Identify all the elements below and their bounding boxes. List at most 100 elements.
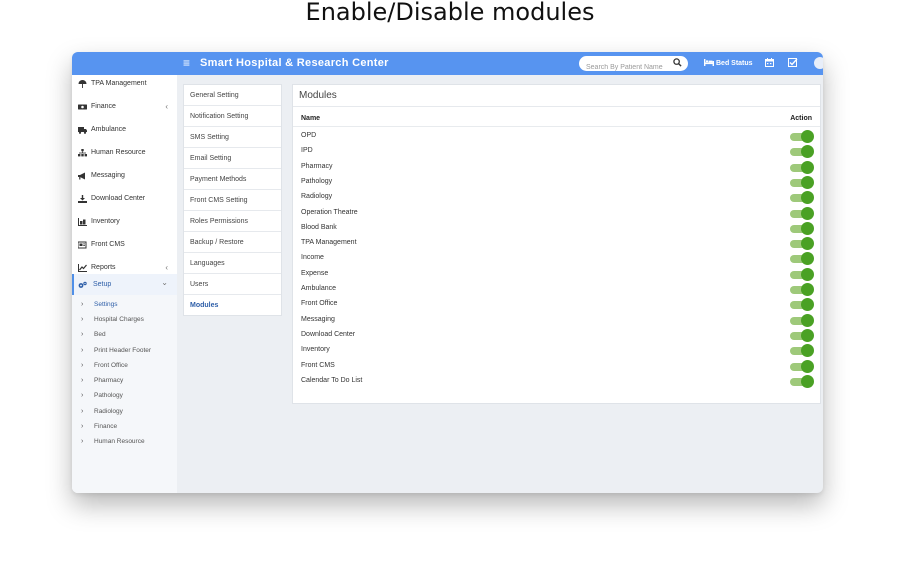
sidebar-item-messaging[interactable]: Messaging (72, 165, 177, 187)
chevron-right-icon: › (81, 438, 84, 445)
module-toggle[interactable] (790, 191, 814, 205)
sidebar-item-download-center[interactable]: Download Center (72, 188, 177, 210)
money-icon (78, 104, 87, 110)
sidebar-item-label: Setup (93, 281, 112, 288)
settings-menu-email-setting[interactable]: Email Setting (184, 148, 281, 169)
sidebar-item-setup[interactable]: Setup ⌄ (72, 274, 177, 296)
module-row: Messaging (293, 313, 820, 328)
sidebar-item-human-resource[interactable]: Human Resource (72, 142, 177, 164)
submenu-item-settings[interactable]: › Settings (72, 297, 177, 312)
settings-menu-sms-setting[interactable]: SMS Setting (184, 127, 281, 148)
module-name: Operation Theatre (301, 208, 358, 216)
module-toggle[interactable] (790, 175, 814, 189)
sidebar-item-label: Finance (91, 103, 116, 110)
settings-menu-front-cms-setting[interactable]: Front CMS Setting (184, 190, 281, 211)
hamburger-menu-icon[interactable]: ≡ (183, 56, 190, 70)
bed-status-button[interactable]: Bed Status (704, 59, 753, 67)
submenu-item-front-office[interactable]: › Front Office (72, 358, 177, 373)
ambulance-icon (78, 127, 87, 134)
sidebar-item-label: Reports (91, 264, 116, 271)
toggle-knob (801, 160, 814, 174)
settings-menu-roles-permissions[interactable]: Roles Permissions (184, 211, 281, 232)
sidebar-item-front-cms[interactable]: Front CMS (72, 234, 177, 256)
column-header-action: Action (790, 115, 812, 122)
search-icon[interactable] (673, 58, 682, 67)
settings-menu-payment-methods[interactable]: Payment Methods (184, 169, 281, 190)
toggle-knob (801, 359, 814, 373)
module-toggle[interactable] (790, 298, 814, 312)
toggle-knob (801, 344, 814, 358)
submenu-item-human-resource[interactable]: › Human Resource (72, 434, 177, 449)
module-name: Expense (301, 269, 329, 277)
module-name: Ambulance (301, 285, 337, 292)
bed-status-label: Bed Status (716, 60, 753, 67)
module-name: Messaging (301, 315, 335, 323)
umbrella-icon (78, 80, 87, 88)
submenu-item-pathology[interactable]: › Pathology (72, 388, 177, 403)
settings-menu-notification-setting[interactable]: Notification Setting (184, 106, 281, 127)
submenu-item-hospital-charges[interactable]: › Hospital Charges (72, 312, 177, 327)
modules-panel: Modules Name Action OPD IPD Pharmacy Pathol… (292, 84, 821, 404)
user-avatar-icon[interactable] (814, 57, 823, 69)
module-row: Expense (293, 267, 820, 282)
settings-menu-users[interactable]: Users (184, 274, 281, 295)
module-toggle[interactable] (790, 267, 814, 281)
sidebar-item-finance[interactable]: Finance ‹ (72, 96, 177, 118)
module-toggle[interactable] (790, 206, 814, 220)
submenu-item-print-header-footer[interactable]: › Print Header Footer (72, 343, 177, 358)
submenu-item-pharmacy[interactable]: › Pharmacy (72, 373, 177, 388)
column-header-name: Name (301, 115, 321, 122)
toggle-knob (801, 237, 814, 251)
module-toggle[interactable] (790, 374, 814, 388)
module-toggle[interactable] (790, 359, 814, 373)
module-toggle[interactable] (790, 313, 814, 327)
chevron-right-icon: › (81, 362, 84, 369)
settings-menu-languages[interactable]: Languages (184, 253, 281, 274)
submenu-item-bed[interactable]: › Bed (72, 327, 177, 342)
table-header: Name Action (293, 113, 820, 127)
task-check-icon[interactable] (788, 58, 798, 67)
module-toggle[interactable] (790, 145, 814, 159)
settings-menu-backup-restore[interactable]: Backup / Restore (184, 232, 281, 253)
submenu-item-label: Pharmacy (94, 377, 124, 384)
sidebar-item-inventory[interactable]: Inventory (72, 211, 177, 233)
submenu-item-label: Finance (94, 423, 118, 430)
chevron-right-icon: › (81, 301, 84, 308)
module-toggle[interactable] (790, 160, 814, 174)
toggle-knob (801, 328, 814, 342)
toggle-knob (801, 145, 814, 159)
module-toggle[interactable] (790, 130, 814, 143)
patient-search[interactable] (579, 56, 688, 75)
module-toggle[interactable] (790, 237, 814, 251)
toggle-knob (801, 298, 814, 312)
submenu-item-radiology[interactable]: › Radiology (72, 404, 177, 419)
module-toggle[interactable] (790, 283, 814, 296)
module-row: Front Office (293, 297, 820, 312)
module-toggle[interactable] (790, 252, 814, 266)
sidebar-item-ambulance[interactable]: Ambulance (72, 119, 177, 141)
module-toggle[interactable] (790, 221, 814, 235)
chevron-right-icon: › (81, 392, 84, 399)
settings-menu-general-setting[interactable]: General Setting (184, 85, 281, 106)
chevron-right-icon: › (81, 316, 84, 323)
chevron-left-icon: ‹ (165, 102, 168, 111)
toggle-knob (801, 252, 814, 266)
search-input[interactable] (579, 60, 669, 75)
sidebar-item-label: Inventory (91, 218, 120, 225)
module-name: Download Center (301, 330, 356, 338)
submenu-item-label: Hospital Charges (94, 316, 144, 323)
calendar-icon[interactable] (765, 58, 774, 67)
sidebar-item-tpa-management[interactable]: TPA Management (72, 73, 177, 95)
module-toggle[interactable] (790, 328, 814, 342)
module-toggle[interactable] (790, 344, 814, 358)
submenu-item-finance[interactable]: › Finance (72, 419, 177, 434)
panel-title: Modules (293, 85, 820, 107)
module-row: Inventory (293, 343, 820, 358)
page-heading: Enable/Disable modules (305, 0, 595, 26)
top-bar: ≡ Smart Hospital & Research Center Bed S… (72, 52, 823, 75)
module-name: Pharmacy (301, 162, 333, 170)
app-window: ≡ Smart Hospital & Research Center Bed S… (72, 52, 823, 493)
settings-menu-modules[interactable]: Modules (184, 295, 281, 316)
chevron-right-icon: › (81, 423, 84, 430)
module-row: Ambulance (293, 282, 820, 297)
